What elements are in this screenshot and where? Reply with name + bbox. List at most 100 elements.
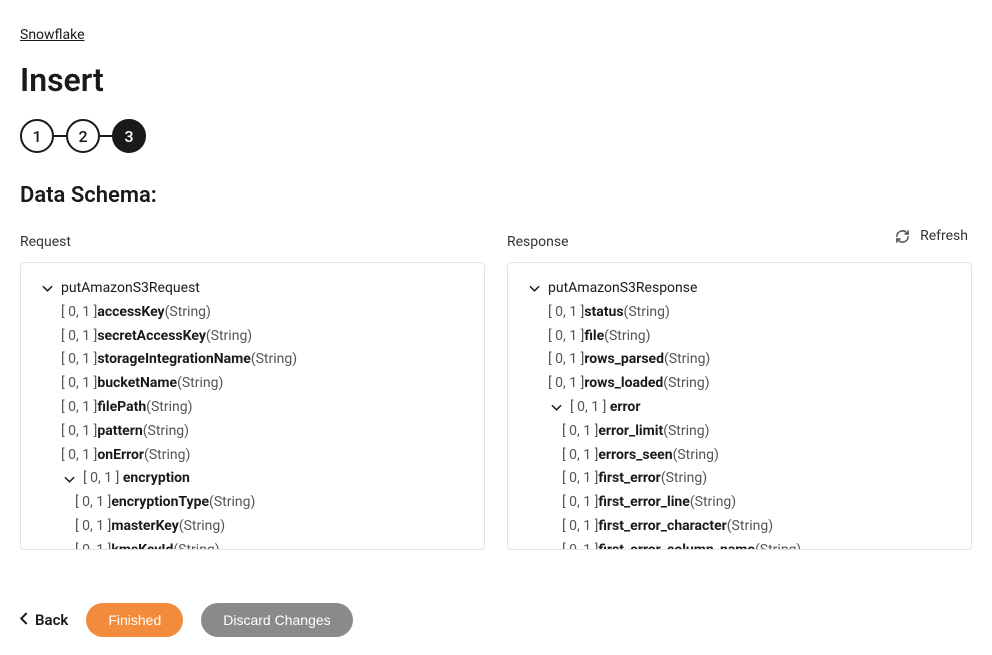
cardinality: [ 0, 1 ] <box>562 420 598 444</box>
field-type: (String) <box>206 325 252 349</box>
response-label: Response <box>507 234 972 250</box>
field-name: pattern <box>97 420 142 444</box>
tree-leaf[interactable]: [ 0, 1 ] kmsKeyId (String) <box>39 539 466 550</box>
field-name: encryption <box>123 467 190 491</box>
cardinality: [ 0, 1 ] <box>83 467 119 491</box>
field-name: filePath <box>97 396 146 420</box>
chevron-down-icon <box>548 402 564 413</box>
footer-actions: Back Finished Discard Changes <box>20 603 353 637</box>
cardinality: [ 0, 1 ] <box>61 348 97 372</box>
step-1[interactable]: 1 <box>20 119 54 153</box>
tree-leaf[interactable]: [ 0, 1 ] bucketName (String) <box>39 372 466 396</box>
cardinality: [ 0, 1 ] <box>562 444 598 468</box>
tree-leaf[interactable]: [ 0, 1 ] encryptionType (String) <box>39 491 466 515</box>
tree-leaf[interactable]: [ 0, 1 ] rows_parsed (String) <box>526 348 953 372</box>
cardinality: [ 0, 1 ] <box>562 539 598 550</box>
tree-leaf[interactable]: [ 0, 1 ] first_error (String) <box>526 467 953 491</box>
page-title: Insert <box>20 61 972 99</box>
field-type: (String) <box>165 301 211 325</box>
field-name: error_limit <box>598 420 663 444</box>
finished-button[interactable]: Finished <box>86 603 183 637</box>
tree-leaf[interactable]: [ 0, 1 ] first_error_character (String) <box>526 515 953 539</box>
tree-root[interactable]: putAmazonS3Response <box>526 277 953 301</box>
cardinality: [ 0, 1 ] <box>548 325 584 349</box>
discard-button[interactable]: Discard Changes <box>201 603 352 637</box>
field-type: (String) <box>727 515 773 539</box>
response-panel[interactable]: putAmazonS3Response [ 0, 1 ] status (Str… <box>507 262 972 550</box>
cardinality: [ 0, 1 ] <box>75 539 111 550</box>
tree-node-error[interactable]: [ 0, 1 ] error <box>526 396 953 420</box>
field-name: storageIntegrationName <box>97 348 250 372</box>
field-name: masterKey <box>111 515 178 539</box>
cardinality: [ 0, 1 ] <box>562 515 598 539</box>
tree-leaf[interactable]: [ 0, 1 ] first_error_line (String) <box>526 491 953 515</box>
request-panel[interactable]: putAmazonS3Request [ 0, 1 ] accessKey (S… <box>20 262 485 550</box>
field-type: (String) <box>143 420 189 444</box>
stepper: 1 2 3 <box>20 119 972 153</box>
back-label: Back <box>35 611 68 629</box>
tree-leaf[interactable]: [ 0, 1 ] first_error_column_name (String… <box>526 539 953 550</box>
step-connector <box>100 135 112 137</box>
tree-leaf[interactable]: [ 0, 1 ] secretAccessKey (String) <box>39 325 466 349</box>
field-type: (String) <box>177 372 223 396</box>
cardinality: [ 0, 1 ] <box>562 491 598 515</box>
tree-leaf[interactable]: [ 0, 1 ] onError (String) <box>39 444 466 468</box>
tree-leaf[interactable]: [ 0, 1 ] masterKey (String) <box>39 515 466 539</box>
cardinality: [ 0, 1 ] <box>548 348 584 372</box>
field-name: errors_seen <box>598 444 672 468</box>
field-type: (String) <box>146 396 192 420</box>
tree-leaf[interactable]: [ 0, 1 ] storageIntegrationName (String) <box>39 348 466 372</box>
field-type: (String) <box>690 491 736 515</box>
cardinality: [ 0, 1 ] <box>61 301 97 325</box>
step-2[interactable]: 2 <box>66 119 100 153</box>
chevron-down-icon <box>61 474 77 485</box>
cardinality: [ 0, 1 ] <box>61 372 97 396</box>
field-name: first_error_line <box>598 491 690 515</box>
tree-leaf[interactable]: [ 0, 1 ] error_limit (String) <box>526 420 953 444</box>
field-type: (String) <box>661 467 707 491</box>
field-name: accessKey <box>97 301 164 325</box>
field-name: kmsKeyId <box>111 539 173 550</box>
field-name: error <box>610 396 641 420</box>
tree-leaf[interactable]: [ 0, 1 ] accessKey (String) <box>39 301 466 325</box>
field-name: first_error_character <box>598 515 726 539</box>
tree-node-encryption[interactable]: [ 0, 1 ] encryption <box>39 467 466 491</box>
field-type: (String) <box>663 372 709 396</box>
field-type: (String) <box>624 301 670 325</box>
step-3[interactable]: 3 <box>112 119 146 153</box>
root-name: putAmazonS3Request <box>61 277 200 301</box>
cardinality: [ 0, 1 ] <box>562 467 598 491</box>
field-type: (String) <box>173 539 219 550</box>
request-label: Request <box>20 234 485 250</box>
tree-leaf[interactable]: [ 0, 1 ] file (String) <box>526 325 953 349</box>
field-type: (String) <box>673 444 719 468</box>
cardinality: [ 0, 1 ] <box>61 325 97 349</box>
back-button[interactable]: Back <box>20 611 68 629</box>
chevron-down-icon <box>39 283 55 294</box>
cardinality: [ 0, 1 ] <box>548 301 584 325</box>
cardinality: [ 0, 1 ] <box>61 420 97 444</box>
field-name: first_error_column_name <box>598 539 755 550</box>
section-title: Data Schema: <box>20 183 972 208</box>
tree-leaf[interactable]: [ 0, 1 ] rows_loaded (String) <box>526 372 953 396</box>
tree-root[interactable]: putAmazonS3Request <box>39 277 466 301</box>
field-type: (String) <box>209 491 255 515</box>
chevron-down-icon <box>526 283 542 294</box>
field-type: (String) <box>663 420 709 444</box>
field-type: (String) <box>179 515 225 539</box>
field-name: rows_loaded <box>584 372 663 396</box>
response-column: Response putAmazonS3Response [ 0, 1 ] st… <box>507 234 972 550</box>
field-type: (String) <box>604 325 650 349</box>
field-type: (String) <box>251 348 297 372</box>
field-type: (String) <box>144 444 190 468</box>
root-name: putAmazonS3Response <box>548 277 697 301</box>
field-name: file <box>584 325 604 349</box>
breadcrumb[interactable]: Snowflake <box>20 27 85 43</box>
request-column: Request putAmazonS3Request [ 0, 1 ] acce… <box>20 234 485 550</box>
tree-leaf[interactable]: [ 0, 1 ] errors_seen (String) <box>526 444 953 468</box>
tree-leaf[interactable]: [ 0, 1 ] filePath (String) <box>39 396 466 420</box>
tree-leaf[interactable]: [ 0, 1 ] status (String) <box>526 301 953 325</box>
step-connector <box>54 135 66 137</box>
field-type: (String) <box>664 348 710 372</box>
tree-leaf[interactable]: [ 0, 1 ] pattern (String) <box>39 420 466 444</box>
